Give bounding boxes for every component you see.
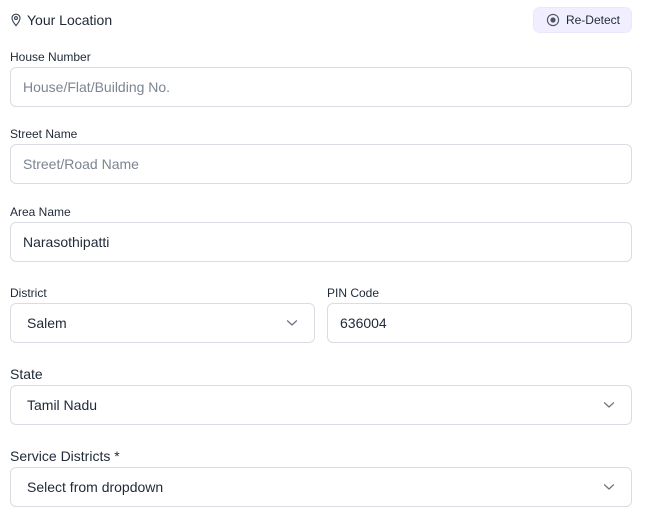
- street-name-field[interactable]: [10, 144, 632, 184]
- service-districts-selected-value: Select from dropdown: [27, 479, 164, 495]
- state-label: State: [10, 366, 43, 382]
- area-name-input[interactable]: [11, 234, 631, 250]
- redetect-label: Re-Detect: [565, 13, 620, 27]
- location-title: Your Location: [10, 12, 112, 28]
- street-name-label: Street Name: [10, 127, 78, 141]
- chevron-down-icon: [286, 320, 298, 326]
- redetect-button[interactable]: Re-Detect: [532, 7, 632, 33]
- service-districts-select[interactable]: Select from dropdown: [10, 467, 632, 507]
- map-pin-icon: [11, 13, 21, 27]
- state-select[interactable]: Tamil Nadu: [10, 385, 632, 425]
- location-title-text: Your Location: [27, 12, 113, 28]
- street-name-input[interactable]: [11, 156, 631, 172]
- location-form: Your Location Re-Detect House Number Str…: [0, 0, 647, 519]
- chevron-down-icon: [603, 484, 615, 490]
- district-selected-value: Salem: [27, 315, 67, 331]
- district-label: District: [10, 286, 47, 300]
- house-number-input[interactable]: [11, 79, 631, 95]
- area-name-field[interactable]: [10, 222, 632, 262]
- target-icon: [546, 13, 560, 27]
- chevron-down-icon: [603, 402, 615, 408]
- state-selected-value: Tamil Nadu: [27, 397, 98, 413]
- house-number-label: House Number: [10, 50, 91, 64]
- area-name-label: Area Name: [10, 205, 71, 219]
- location-header: Your Location Re-Detect: [10, 7, 632, 33]
- pin-code-field[interactable]: [327, 303, 632, 343]
- pin-code-label: PIN Code: [327, 286, 380, 300]
- house-number-field[interactable]: [10, 67, 632, 107]
- district-select[interactable]: Salem: [10, 303, 315, 343]
- service-districts-label: Service Districts *: [10, 448, 120, 464]
- pin-code-input[interactable]: [328, 315, 631, 331]
